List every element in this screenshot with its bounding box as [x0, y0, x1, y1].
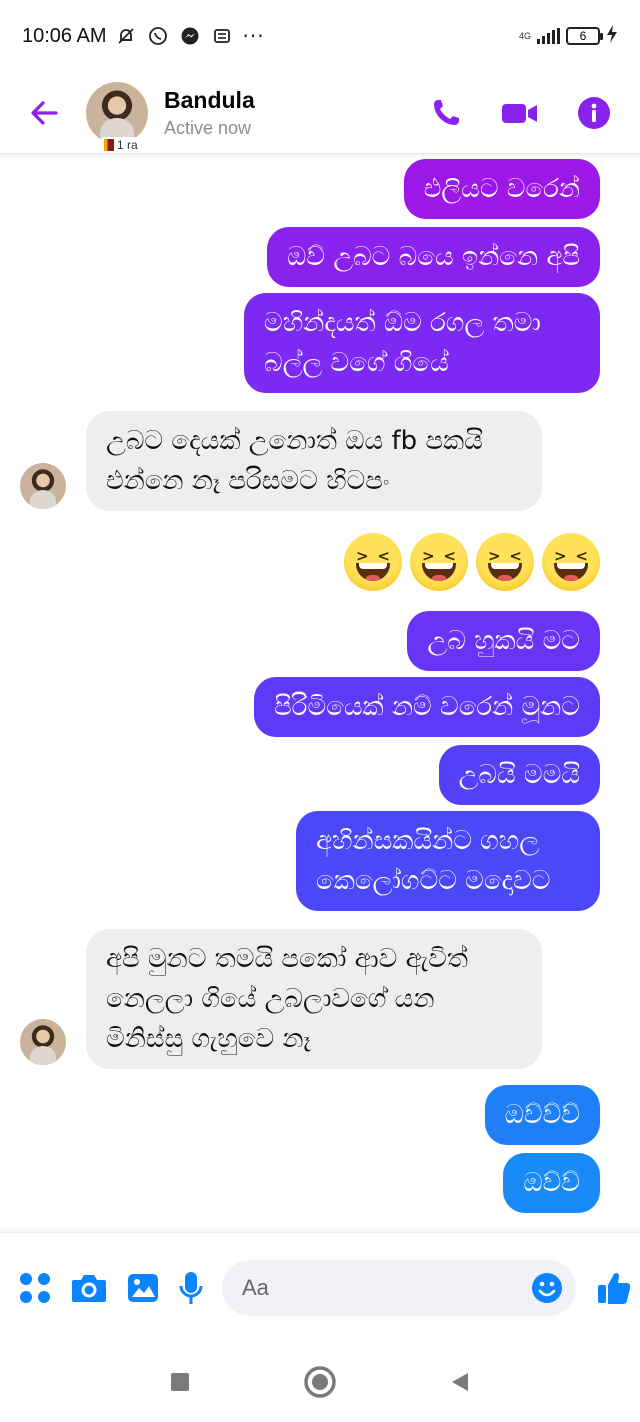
battery-level: 6: [579, 29, 587, 43]
back-nav-button[interactable]: [438, 1360, 482, 1404]
voice-message-button[interactable]: [178, 1265, 204, 1311]
gallery-button[interactable]: [126, 1265, 160, 1311]
messenger-icon: [179, 25, 201, 47]
emoji-message[interactable]: > < > < > < > <: [344, 533, 600, 591]
contact-avatar[interactable]: 1 ra: [86, 81, 148, 152]
status-time: 10:06 AM: [22, 24, 107, 47]
phone-icon: [434, 99, 459, 125]
avatar: [86, 81, 148, 144]
recents-button[interactable]: [158, 1360, 202, 1404]
charging-icon: [606, 25, 618, 47]
laughing-emoji-icon: > <: [410, 533, 468, 591]
info-button[interactable]: [574, 93, 614, 133]
outgoing-message[interactable]: මහින්දයත් ඕම රගල තමා බල්ල වගේ ගියේ: [244, 293, 600, 393]
network-type: 4G: [518, 30, 531, 41]
circle-icon: [304, 1366, 336, 1398]
video-camera-icon: [502, 103, 537, 123]
outgoing-message[interactable]: පිරිමියෙක් නම් වරෙන් මූනට: [254, 677, 600, 737]
smiley-icon: [532, 1272, 562, 1303]
more-notifications-icon: ···: [242, 24, 265, 48]
chat-header: 1 ra Bandula Active now: [0, 72, 640, 154]
signal-icon: [537, 28, 560, 44]
more-actions-button[interactable]: [18, 1265, 52, 1311]
image-icon: [128, 1273, 158, 1302]
system-navigation-bar: [0, 1342, 640, 1422]
outgoing-message[interactable]: එලියට වරෙන්: [403, 159, 600, 219]
incoming-message[interactable]: උබට දෙයක් උනොත් ඔය fb පකයි එන්නෙ නෑ පරිස…: [86, 411, 542, 511]
status-notification-icons: ···: [115, 24, 265, 48]
sender-avatar[interactable]: [20, 1019, 66, 1065]
thumbs-up-icon: [598, 1272, 631, 1304]
outgoing-message[interactable]: අහින්සකයින්ට ගහල කෙලෝගට්ට මදොවට: [296, 811, 600, 911]
flag-icon: [104, 138, 114, 151]
emoji-picker-button[interactable]: [530, 1271, 564, 1305]
incoming-message[interactable]: අපි මුනට තමයි පකෝ ආව ඇවිත් නෙලලා ගියේ උබ…: [86, 929, 542, 1069]
outgoing-message[interactable]: ඔව්ව්: [503, 1153, 600, 1213]
status-system-icons: 4G 6: [519, 25, 618, 47]
battery-icon: 6: [566, 27, 603, 45]
message-input[interactable]: [242, 1274, 530, 1301]
message-list[interactable]: එලියට වරෙන් ඔව් උබට බයෙ ඉන්නෙ අපි මහින්ද…: [0, 155, 640, 1235]
outgoing-message[interactable]: ඔව්ව්ව්: [484, 1085, 600, 1145]
message-composer: [0, 1232, 640, 1342]
contact-info[interactable]: Bandula Active now: [164, 87, 255, 139]
contact-status: Active now: [164, 117, 252, 138]
whatsapp-icon: [147, 25, 169, 47]
laughing-emoji-icon: > <: [476, 533, 534, 591]
muted-bell-icon: [115, 25, 137, 47]
camera-icon: [72, 1274, 106, 1302]
sender-avatar[interactable]: [20, 463, 66, 509]
microphone-icon: [179, 1271, 203, 1304]
outgoing-message[interactable]: උබ හුකයි මට: [407, 611, 600, 671]
info-icon: [578, 96, 610, 129]
home-button[interactable]: [298, 1360, 342, 1404]
square-icon: [171, 1373, 189, 1391]
laughing-emoji-icon: > <: [344, 533, 402, 591]
video-call-button[interactable]: [500, 93, 540, 133]
avatar-badge: 1 ra: [100, 137, 142, 152]
voice-call-button[interactable]: [426, 93, 466, 133]
contact-name: Bandula: [164, 86, 255, 113]
message-input-wrapper: [222, 1259, 576, 1316]
status-bar: 10:06 AM ··· 4G 6: [0, 0, 640, 72]
header-actions: [426, 93, 614, 133]
news-icon: [211, 25, 233, 47]
laughing-emoji-icon: > <: [542, 533, 600, 591]
camera-button[interactable]: [70, 1265, 108, 1311]
grid-dots-icon: [20, 1272, 50, 1303]
outgoing-message[interactable]: උබයි මමයි: [438, 745, 600, 805]
back-arrow-icon: [31, 100, 58, 125]
like-button[interactable]: [596, 1268, 632, 1308]
back-button[interactable]: [24, 93, 64, 133]
triangle-back-icon: [452, 1373, 468, 1391]
outgoing-message[interactable]: ඔව් උබට බයෙ ඉන්නෙ අපි: [267, 227, 600, 287]
